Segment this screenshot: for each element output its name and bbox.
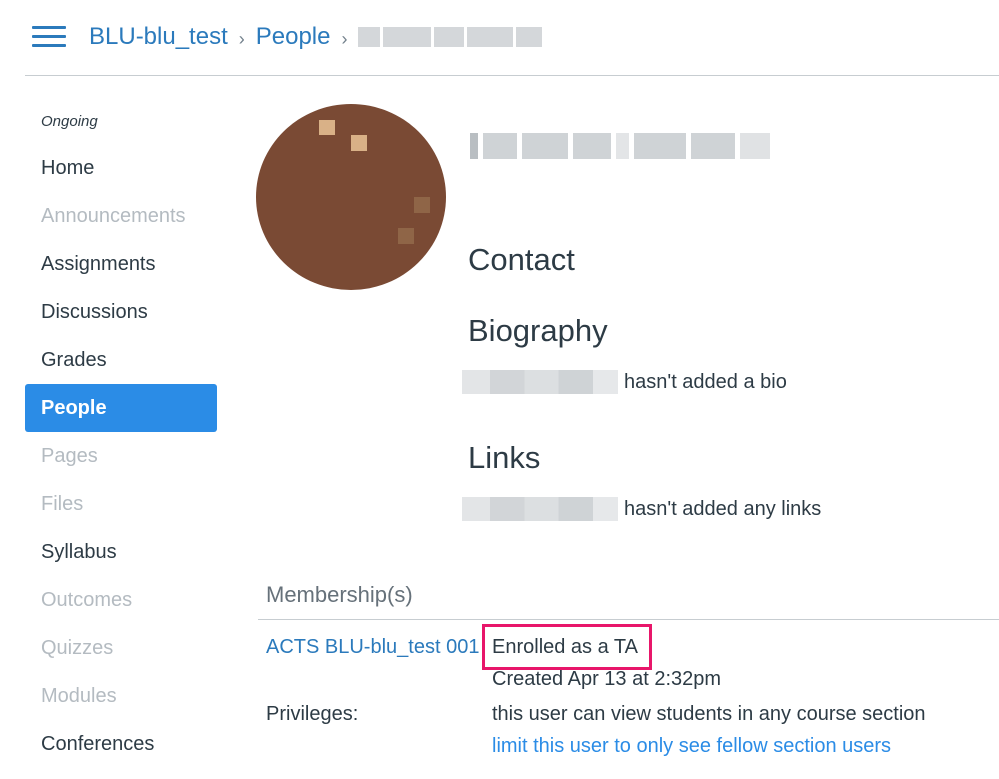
sidebar-item-grades[interactable]: Grades (25, 336, 217, 384)
sidebar-item-people[interactable]: People (25, 384, 217, 432)
sidebar-item-discussions[interactable]: Discussions (25, 288, 217, 336)
course-section-link[interactable]: ACTS BLU-blu_test 001 (266, 636, 488, 659)
sidebar-item-files[interactable]: Files (25, 480, 217, 528)
limit-section-link[interactable]: limit this user to only see fellow secti… (492, 735, 891, 758)
privileges-label: Privileges: (266, 703, 359, 725)
links-text: hasn't added any links (462, 497, 821, 521)
sidebar-item-outcomes[interactable]: Outcomes (25, 576, 217, 624)
biography-text: hasn't added a bio (462, 370, 787, 394)
biography-empty-text: hasn't added a bio (624, 370, 787, 393)
user-name-redacted (462, 497, 618, 521)
biography-heading: Biography (468, 313, 608, 348)
chevron-right-icon: › (238, 28, 245, 49)
sidebar-item-announcements[interactable]: Announcements (25, 192, 217, 240)
contact-heading: Contact (468, 242, 575, 277)
header-divider (25, 75, 999, 76)
enrollment-role: Enrolled as a TA (492, 636, 639, 658)
hamburger-icon[interactable] (32, 24, 66, 50)
memberships-heading: Membership(s) (266, 582, 413, 607)
links-heading: Links (468, 440, 541, 475)
sidebar-item-assignments[interactable]: Assignments (25, 240, 217, 288)
sidebar-item-modules[interactable]: Modules (25, 672, 217, 720)
sidebar-item-quizzes[interactable]: Quizzes (25, 624, 217, 672)
page-header: BLU-blu_test › People › (0, 0, 999, 76)
sidebar-item-syllabus[interactable]: Syllabus (25, 528, 217, 576)
enrollment-created-date: Created Apr 13 at 2:32pm (492, 668, 722, 690)
memberships-divider (258, 619, 999, 620)
links-empty-text: hasn't added any links (624, 497, 822, 520)
avatar (256, 104, 446, 290)
term-label: Ongoing (41, 113, 98, 130)
sidebar-item-conferences[interactable]: Conferences (25, 720, 217, 768)
course-navigation: Ongoing Home Announcements Assignments Disc… (25, 100, 217, 768)
user-name-redacted (462, 370, 618, 394)
breadcrumb-course-link[interactable]: BLU-blu_test (89, 23, 228, 51)
breadcrumb-people-link[interactable]: People (256, 23, 331, 51)
breadcrumb-user-name-redacted (358, 25, 546, 49)
breadcrumb: BLU-blu_test › People › (89, 20, 546, 54)
sidebar-item-pages[interactable]: Pages (25, 432, 217, 480)
sidebar-item-home[interactable]: Home (25, 144, 217, 192)
privileges-text: this user can view students in any cours… (492, 703, 926, 725)
user-name-redacted (470, 128, 770, 164)
chevron-right-icon: › (341, 28, 348, 49)
